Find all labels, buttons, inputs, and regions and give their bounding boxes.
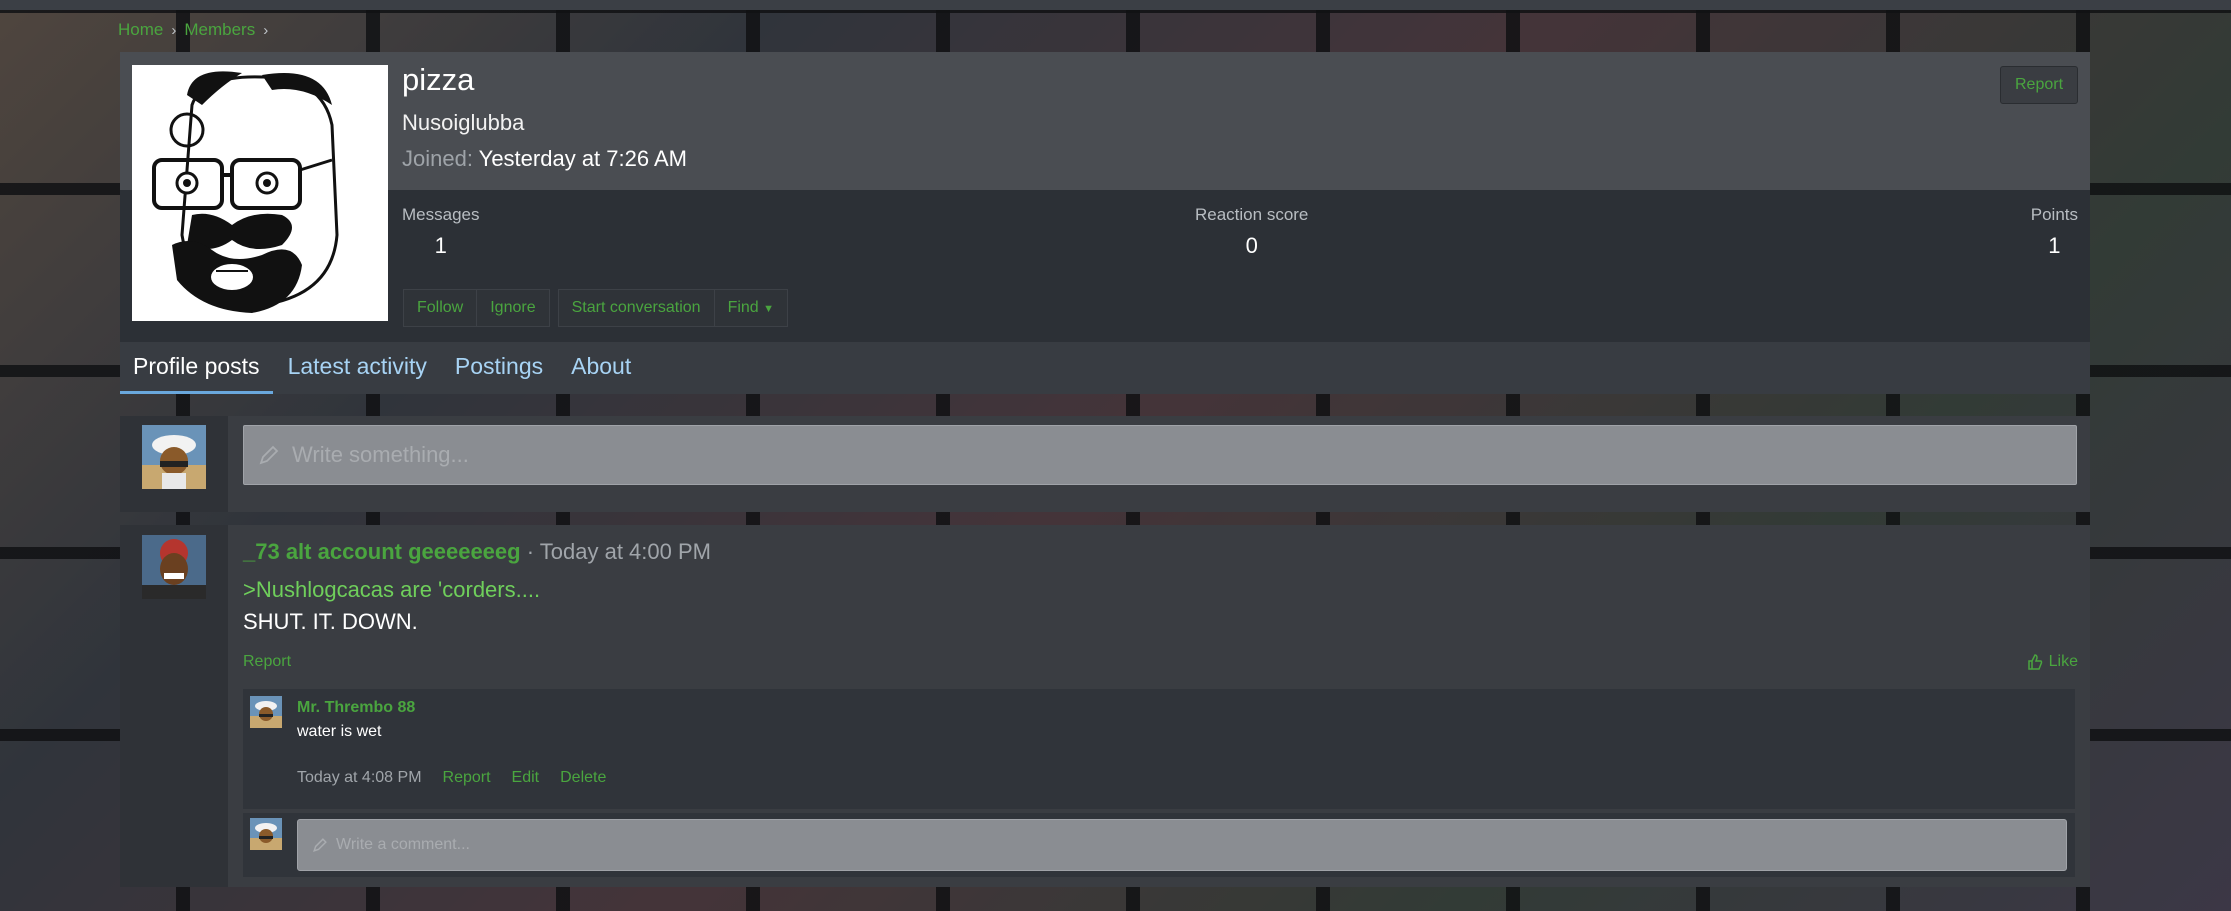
post-author-avatar[interactable] (142, 535, 206, 599)
post-meta: _73 alt account geeeeeeeg · Today at 4:0… (243, 539, 711, 565)
comment-delete-link[interactable]: Delete (560, 769, 606, 787)
post-comment: Mr. Thrembo 88 water is wet Today at 4:0… (243, 689, 2075, 809)
comment-time[interactable]: Today at 4:08 PM (297, 769, 422, 787)
caret-down-icon: ▼ (763, 303, 775, 315)
comment-edit-link[interactable]: Edit (512, 769, 540, 787)
breadcrumb-members[interactable]: Members (184, 20, 255, 40)
profile-action-buttons: Follow Ignore Start conversation Find ▼ (403, 289, 789, 327)
profile-avatar-image (132, 65, 388, 321)
write-something-placeholder: Write something... (258, 442, 469, 468)
chevron-right-icon: › (263, 21, 269, 39)
comment-author-avatar[interactable] (250, 696, 282, 728)
profile-joined: Joined: Yesterday at 7:26 AM (402, 146, 687, 172)
comment-placeholder-text: Write a comment... (336, 836, 470, 853)
profile-post-composer: Write something... (120, 416, 2090, 512)
find-button[interactable]: Find ▼ (715, 290, 787, 326)
current-user-avatar-small[interactable] (250, 818, 282, 850)
stat-points-value[interactable]: 1 (2031, 233, 2078, 259)
top-bar (0, 0, 2231, 10)
tab-about[interactable]: About (558, 353, 644, 394)
post-report-link[interactable]: Report (243, 653, 291, 671)
comment-footer: Today at 4:08 PM Report Edit Delete (297, 769, 606, 787)
stat-points-label: Points (2030, 205, 2078, 224)
comment-author-link[interactable]: Mr. Thrembo 88 (297, 699, 415, 717)
start-conversation-button[interactable]: Start conversation (559, 290, 715, 326)
follow-button[interactable]: Follow (404, 290, 478, 326)
stat-reaction-label: Reaction score (1195, 205, 1309, 224)
report-profile-button[interactable]: Report (2000, 66, 2078, 104)
follow-ignore-group: Follow Ignore (403, 289, 550, 327)
post-body: SHUT. IT. DOWN. (243, 609, 418, 634)
profile-user-title: Nusoiglubba (402, 110, 525, 135)
stat-reaction-score: Reaction score 0 (1195, 205, 1308, 259)
profile-username: pizza (402, 62, 475, 97)
find-label: Find (727, 299, 759, 316)
comment-text: water is wet (297, 723, 382, 740)
profile-panel: pizza Nusoiglubba Joined: Yesterday at 7… (120, 52, 2090, 394)
post-separator: · (526, 539, 535, 564)
breadcrumb: Home › Members › (118, 20, 268, 40)
stat-messages-label: Messages (402, 205, 480, 224)
profile-avatar[interactable] (132, 65, 388, 321)
stat-reaction-value[interactable]: 0 (1195, 233, 1308, 259)
breadcrumb-home[interactable]: Home (118, 20, 163, 40)
write-comment-placeholder: Write a comment... (312, 836, 470, 854)
post-author-link[interactable]: _73 alt account geeeeeeeg (243, 539, 521, 564)
pencil-icon (313, 838, 327, 852)
composer-placeholder-text: Write something... (292, 442, 469, 467)
comment-report-link[interactable]: Report (443, 769, 491, 787)
joined-value: Yesterday at 7:26 AM (478, 146, 687, 171)
stat-messages-value[interactable]: 1 (402, 233, 479, 259)
stat-points: Points 1 (2031, 205, 2078, 259)
joined-label: Joined: (402, 146, 473, 171)
tab-latest-activity[interactable]: Latest activity (275, 353, 440, 394)
write-something-input[interactable]: Write something... (243, 425, 2077, 485)
conversation-find-group: Start conversation Find ▼ (557, 289, 789, 327)
tab-postings[interactable]: Postings (442, 353, 556, 394)
current-user-avatar[interactable] (142, 425, 206, 489)
stat-messages: Messages 1 (402, 205, 479, 259)
profile-post: _73 alt account geeeeeeeg · Today at 4:0… (120, 525, 2090, 887)
profile-tabs: Profile posts Latest activity Postings A… (120, 342, 2090, 394)
post-like-button[interactable]: Like (2027, 653, 2078, 671)
write-comment-input[interactable]: Write a comment... (297, 819, 2067, 871)
chevron-right-icon: › (171, 21, 177, 39)
thumbs-up-icon (2027, 654, 2042, 670)
tab-profile-posts[interactable]: Profile posts (120, 353, 273, 394)
comment-composer: Write a comment... (243, 813, 2075, 877)
ignore-button[interactable]: Ignore (477, 290, 548, 326)
pencil-icon (259, 445, 279, 465)
post-time[interactable]: Today at 4:00 PM (540, 539, 711, 564)
post-greentext: >Nushlogcacas are 'corders.... (243, 577, 541, 602)
post-like-label: Like (2048, 653, 2078, 670)
